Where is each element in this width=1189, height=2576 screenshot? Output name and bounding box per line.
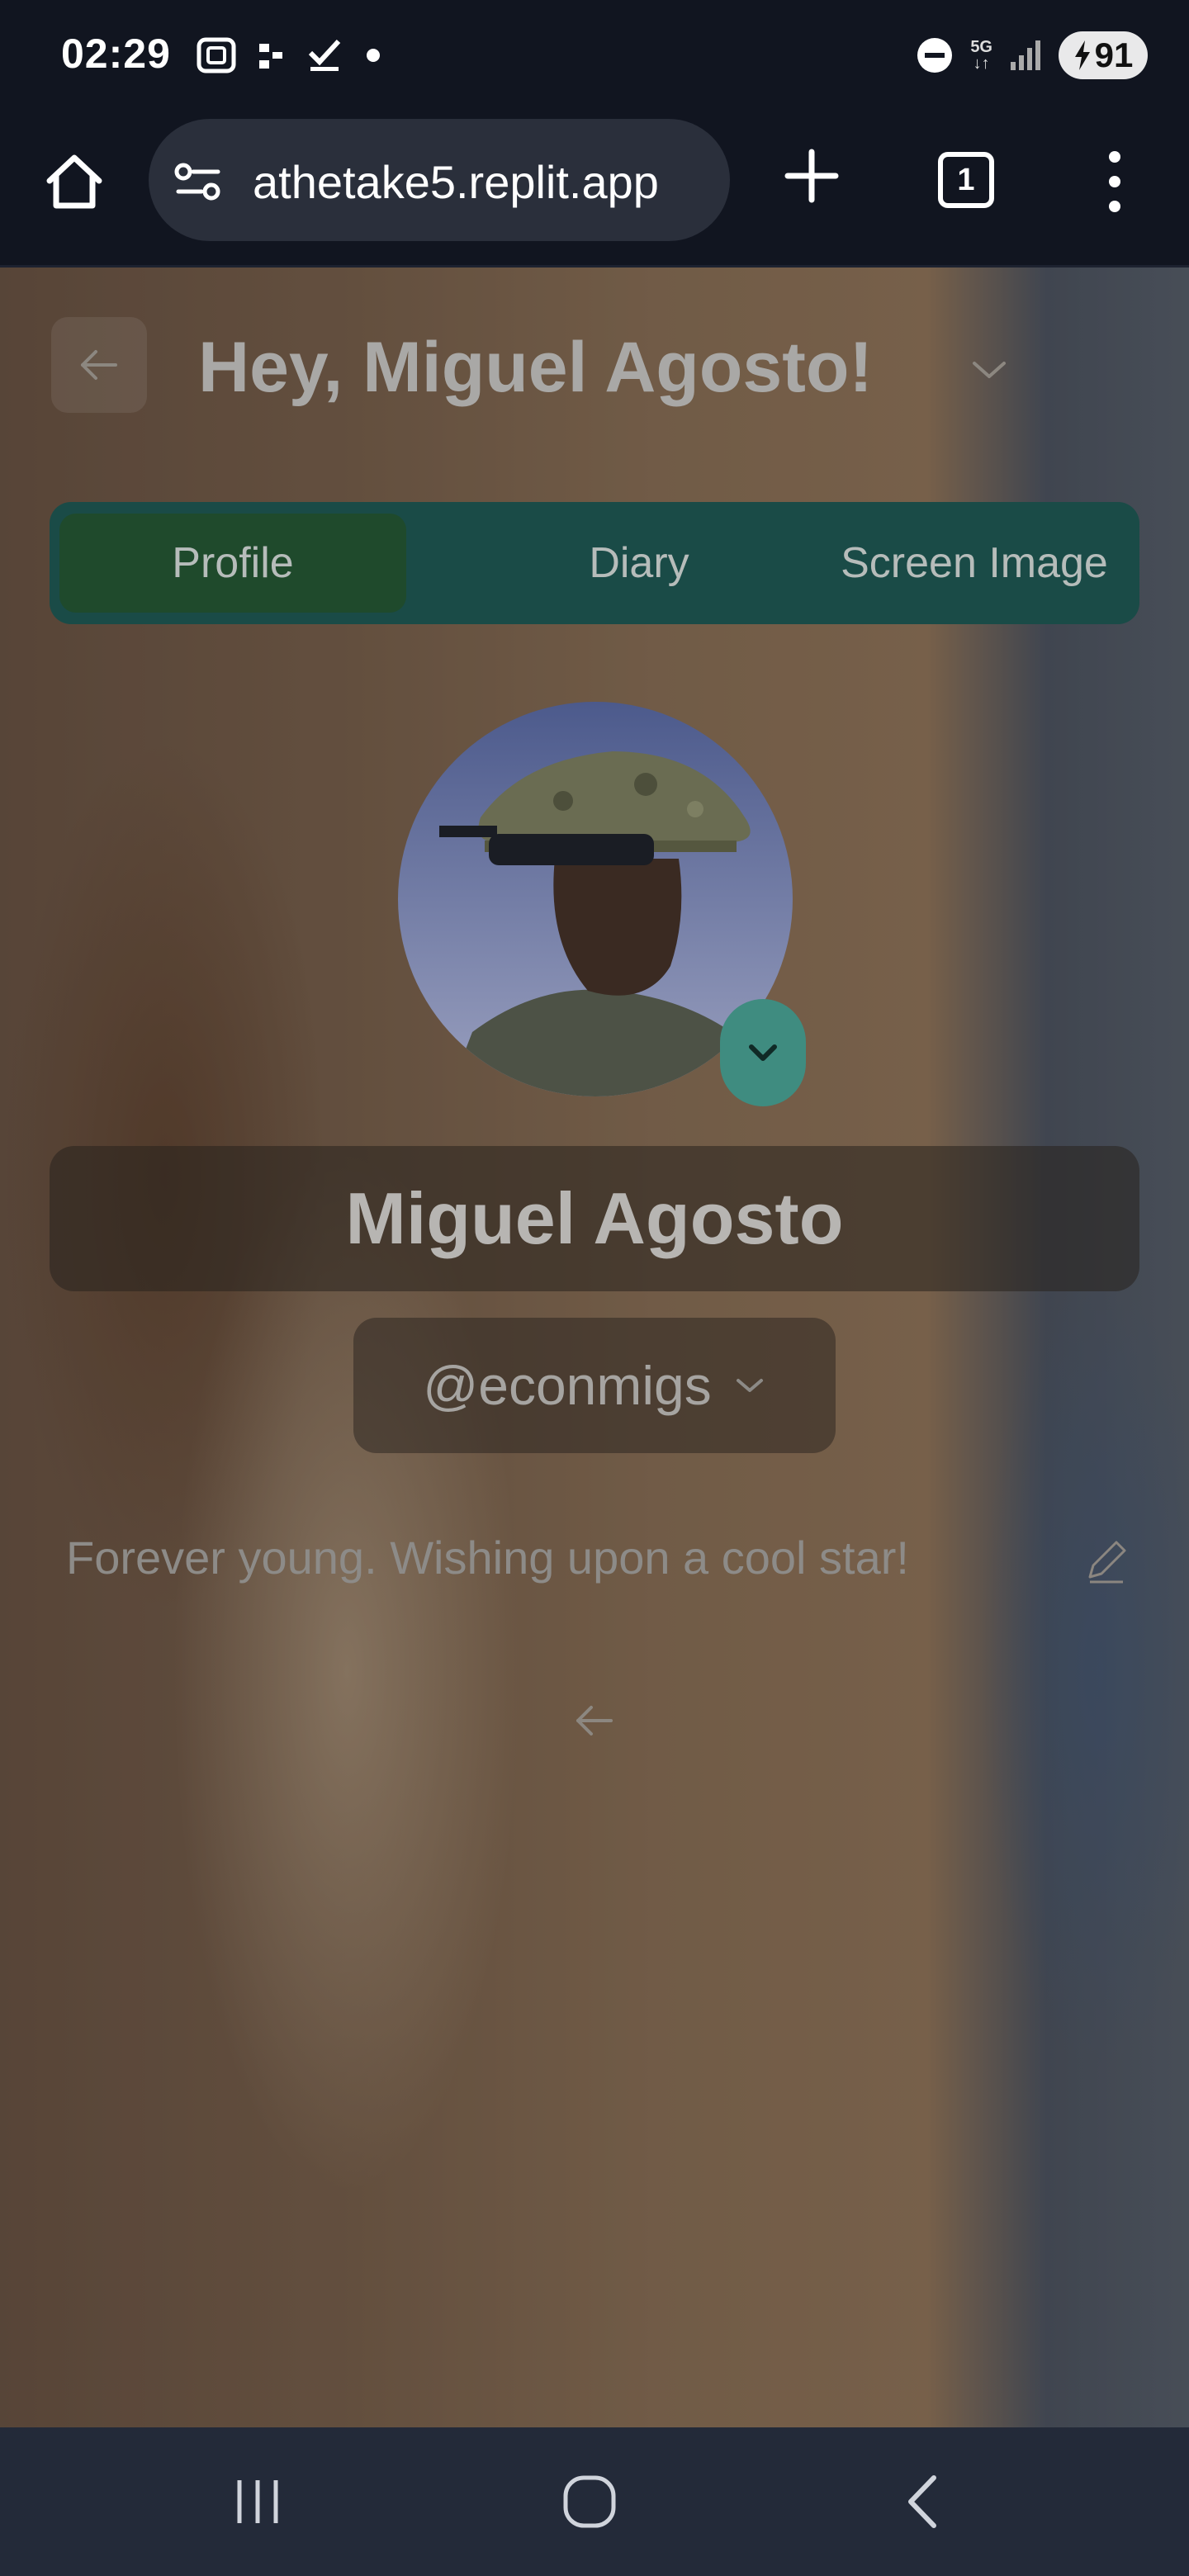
url-text[interactable]: athetake5.replit.app [253,155,659,209]
browser-toolbar: athetake5.replit.app 1 [0,112,1189,268]
recent-apps-icon [237,2480,278,2523]
tab-count: 1 [957,162,975,197]
handle-selector[interactable]: @econmigs [353,1318,836,1453]
tabs-icon[interactable]: 1 [938,152,994,208]
status-time: 02:29 [61,31,171,77]
home-button[interactable] [41,149,107,215]
back-nav-button[interactable] [880,2460,963,2543]
home-circle-icon [563,2475,616,2528]
profile-name: Miguel Agosto [345,1177,844,1259]
chevron-down-icon[interactable] [966,353,1012,386]
battery-charging-icon [1074,40,1090,70]
check-icon [308,39,341,71]
page-title: Hey, Miguel Agosto! [198,328,873,407]
site-settings-icon[interactable] [172,155,225,208]
cast-icon [259,44,282,69]
back-button[interactable] [51,317,147,413]
do-not-disturb-icon [917,38,953,73]
back-icon [908,2475,936,2528]
tab-bar: Profile Diary Screen Image [50,502,1139,624]
signal-icon [1011,40,1040,70]
battery-indicator: 91 [1059,31,1148,79]
status-bar: 02:29 5G ↓↑ 91 [0,0,1189,112]
profile-handle: @econmigs [423,1355,712,1416]
chevron-down-icon [749,1044,777,1061]
profile-bio: Forever young. Wishing upon a cool star! [66,1532,909,1584]
more-menu-icon[interactable] [1098,149,1131,215]
tab-profile[interactable]: Profile [59,514,406,613]
home-icon [46,154,102,209]
home-nav-button[interactable] [548,2460,631,2543]
network-indicator: 5G ↓↑ [970,39,992,72]
status-system-icons: 5G ↓↑ 91 [916,31,1148,79]
recent-apps-button[interactable] [216,2460,299,2543]
tab-screen-image[interactable]: Screen Image [817,514,1131,613]
tab-diary[interactable]: Diary [466,514,812,613]
page-content: Hey, Miguel Agosto! Profile Diary Screen… [0,268,1189,2427]
new-tab-icon[interactable] [783,147,841,205]
system-navigation-bar [0,2427,1189,2576]
profile-name-card: Miguel Agosto [50,1146,1139,1291]
chevron-down-icon [736,1379,763,1392]
edit-icon[interactable] [1082,1536,1131,1585]
status-notification-icons [197,35,381,76]
data-arrows-icon: ↓↑ [973,54,990,73]
arrow-left-icon[interactable] [571,1698,618,1744]
network-type: 5G [970,38,992,56]
screenshot-icon [197,37,236,73]
battery-level: 91 [1094,36,1134,74]
avatar-menu-button[interactable] [720,999,806,1106]
arrow-left-icon [81,350,117,380]
dot-icon [367,49,380,62]
address-bar[interactable]: athetake5.replit.app [149,119,730,241]
